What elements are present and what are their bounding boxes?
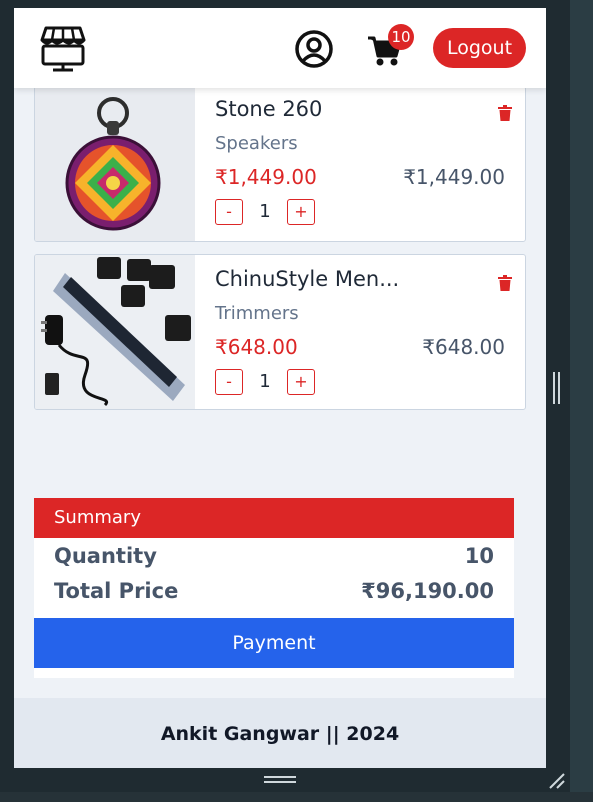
storefront-monitor-icon[interactable]: [40, 24, 86, 72]
product-category: Trimmers: [215, 303, 299, 324]
decrease-qty-button[interactable]: -: [215, 199, 243, 225]
total-price-label: Total Price: [54, 579, 179, 603]
footer: Ankit Gangwar || 2024: [14, 698, 546, 768]
quantity-value: 10: [464, 544, 494, 568]
quantity-label: Quantity: [54, 544, 157, 568]
increase-qty-button[interactable]: +: [287, 369, 315, 395]
summary-header: Summary: [34, 498, 514, 538]
product-image: [35, 255, 195, 409]
decrease-qty-button[interactable]: -: [215, 369, 243, 395]
payment-button[interactable]: Payment: [34, 618, 514, 668]
user-circle-icon[interactable]: [294, 29, 334, 69]
logout-button[interactable]: Logout: [433, 28, 526, 68]
app-viewport: Stone 260 Speakers ₹1,449.00 ₹1,449.00 -…: [14, 8, 546, 768]
total-price-value: ₹96,190.00: [361, 579, 494, 603]
increase-qty-button[interactable]: +: [287, 199, 315, 225]
devtools-bottom-edge: [0, 792, 593, 802]
product-price: ₹648.00: [215, 335, 298, 359]
cart-count-badge: 10: [388, 24, 414, 50]
line-total: ₹1,449.00: [403, 165, 505, 189]
vertical-resize-handle[interactable]: [553, 372, 561, 404]
product-name[interactable]: ChinuStyle Men...: [215, 267, 399, 291]
cart-item: ChinuStyle Men... Trimmers ₹648.00 ₹648.…: [34, 254, 526, 410]
trash-icon[interactable]: [498, 275, 512, 291]
order-summary: Summary Quantity 10 Total Price ₹96,190.…: [34, 498, 514, 678]
resize-corner-icon[interactable]: [548, 772, 566, 790]
product-name[interactable]: Stone 260: [215, 97, 322, 121]
trash-icon[interactable]: [498, 105, 512, 121]
product-image: [35, 87, 195, 241]
product-price: ₹1,449.00: [215, 165, 317, 189]
cart-item: Stone 260 Speakers ₹1,449.00 ₹1,449.00 -…: [34, 86, 526, 242]
horizontal-resize-handle[interactable]: [264, 776, 296, 784]
navbar: 10 Logout: [14, 8, 546, 88]
devtools-right-panel: [570, 8, 593, 792]
quantity-value: 1: [259, 371, 271, 392]
product-category: Speakers: [215, 133, 298, 154]
quantity-value: 1: [259, 201, 271, 222]
line-total: ₹648.00: [422, 335, 505, 359]
